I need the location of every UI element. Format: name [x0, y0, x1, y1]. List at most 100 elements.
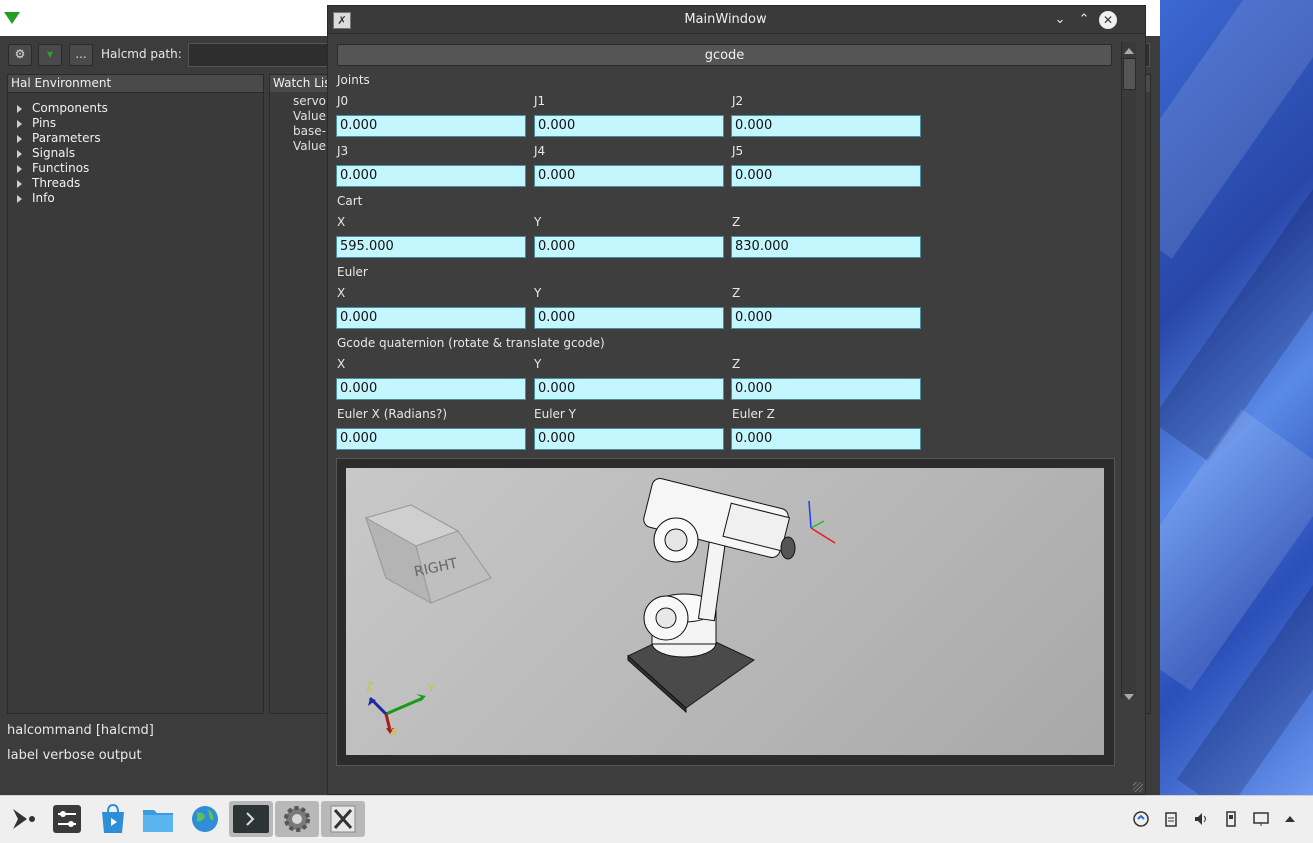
j1-field[interactable]: 0.000 — [534, 115, 724, 137]
world-axis-triad: Y Z X — [366, 680, 435, 739]
euler-y-field[interactable]: 0.000 — [534, 307, 724, 329]
j3-label: J3 — [337, 144, 349, 158]
euler-z-field[interactable]: 0.000 — [731, 307, 921, 329]
scroll-down-arrow-icon[interactable] — [1124, 694, 1134, 700]
cart-section-label: Cart — [337, 194, 363, 208]
expand-arrow-icon[interactable] — [17, 195, 22, 203]
desktop-wallpaper — [1146, 0, 1313, 795]
expand-arrow-icon[interactable] — [17, 180, 22, 188]
tree-item-threads[interactable]: Threads — [8, 176, 263, 191]
expand-arrow-icon[interactable] — [17, 135, 22, 143]
system-settings-gear-icon[interactable] — [275, 801, 319, 837]
euler-y-label: Y — [534, 286, 542, 300]
clipboard-icon[interactable] — [1162, 810, 1180, 828]
expand-arrow-icon[interactable] — [17, 105, 22, 113]
j4-label: J4 — [534, 144, 546, 158]
tree-item-pins[interactable]: Pins — [8, 116, 263, 131]
j5-field[interactable]: 0.000 — [731, 165, 921, 187]
gq-euler-z-label: Euler Z — [732, 407, 775, 421]
settings-gear-icon[interactable]: ⚙ — [8, 44, 32, 66]
j5-label: J5 — [732, 144, 744, 158]
halcommand-label: halcommand [halcmd] — [7, 723, 154, 738]
j3-field[interactable]: 0.000 — [336, 165, 526, 187]
verbose-output-label: label verbose output — [7, 748, 142, 763]
usb-device-icon[interactable] — [1222, 810, 1240, 828]
tray-expand-chevron-icon[interactable] — [1281, 810, 1299, 828]
gq-euler-x-field[interactable]: 0.000 — [336, 428, 526, 450]
cart-z-label: Z — [732, 215, 741, 229]
scroll-up-arrow-icon[interactable] — [1124, 48, 1134, 54]
cart-z-field[interactable]: 830.000 — [731, 236, 921, 258]
expand-arrow-icon[interactable] — [17, 120, 22, 128]
tool-frame-axes — [808, 500, 836, 544]
expand-arrow-icon[interactable] — [17, 165, 22, 173]
gq-x-label: X — [337, 357, 346, 371]
axis-y-label: Y — [427, 682, 435, 695]
robot-viewport[interactable]: RIGHT Y Z X — [346, 468, 1104, 755]
scroll-thumb[interactable] — [1123, 58, 1136, 90]
cart-y-field[interactable]: 0.000 — [534, 236, 724, 258]
terminal-icon[interactable] — [229, 801, 273, 837]
cart-y-label: Y — [534, 215, 542, 229]
tree-item-signals[interactable]: Signals — [8, 146, 263, 161]
gq-euler-x-label: Euler X (Radians?) — [337, 407, 448, 421]
gcode-button[interactable]: gcode — [337, 44, 1112, 66]
minimize-chevron-icon[interactable]: ⌄ — [1051, 11, 1069, 29]
resize-grip[interactable] — [1133, 782, 1143, 792]
gq-euler-z-field[interactable]: 0.000 — [731, 428, 921, 450]
app-launcher-icon[interactable] — [4, 801, 40, 837]
store-bag-icon[interactable] — [95, 801, 131, 837]
gq-x-field[interactable]: 0.000 — [336, 378, 526, 400]
tree-expand-icon[interactable]: ▾ — [38, 44, 62, 66]
main-titlebar: ✗ MainWindow ⌄ ⌃ ✕ — [328, 6, 1145, 34]
taskbar — [0, 795, 1313, 843]
axis-x-label: X — [390, 726, 398, 739]
tree-header: Hal Environment — [8, 75, 263, 93]
expand-arrow-icon[interactable] — [17, 150, 22, 158]
app-triangle-icon — [4, 12, 20, 24]
gq-y-field[interactable]: 0.000 — [534, 378, 724, 400]
gq-y-label: Y — [534, 357, 542, 371]
gq-euler-y-label: Euler Y — [534, 407, 576, 421]
robot-model — [627, 478, 796, 714]
cart-x-label: X — [337, 215, 346, 229]
euler-section-label: Euler — [337, 265, 368, 279]
main-window: ✗ MainWindow ⌄ ⌃ ✕ gcode Joints J0 J1 J2… — [327, 5, 1146, 795]
tree-item-parameters[interactable]: Parameters — [8, 131, 263, 146]
tree-item-functions[interactable]: Functinos — [8, 161, 263, 176]
web-browser-globe-icon[interactable] — [187, 801, 223, 837]
j0-field[interactable]: 0.000 — [336, 115, 526, 137]
gq-z-label: Z — [732, 357, 741, 371]
vertical-scrollbar[interactable] — [1121, 42, 1136, 700]
j2-field[interactable]: 0.000 — [731, 115, 921, 137]
j4-field[interactable]: 0.000 — [534, 165, 724, 187]
j1-label: J1 — [534, 94, 546, 108]
euler-x-label: X — [337, 286, 346, 300]
maximize-chevron-icon[interactable]: ⌃ — [1075, 11, 1093, 29]
update-arrow-icon[interactable] — [1132, 810, 1150, 828]
window-title: MainWindow — [684, 12, 767, 27]
robot-scene: RIGHT Y Z X — [364, 478, 836, 739]
browse-button[interactable]: ... — [69, 44, 93, 66]
file-manager-folder-icon[interactable] — [140, 801, 176, 837]
j2-label: J2 — [732, 94, 744, 108]
robot-3d-view[interactable]: RIGHT Y Z X — [336, 458, 1115, 766]
volume-icon[interactable] — [1192, 810, 1210, 828]
x-app-taskbar-icon[interactable] — [321, 801, 365, 837]
settings-sliders-icon[interactable] — [49, 801, 85, 837]
hal-environment-tree: Hal Environment Components Pins Paramete… — [7, 74, 264, 714]
gq-euler-y-field[interactable]: 0.000 — [534, 428, 724, 450]
euler-z-label: Z — [732, 286, 741, 300]
tree-item-components[interactable]: Components — [8, 101, 263, 116]
j0-label: J0 — [337, 94, 349, 108]
cart-x-field[interactable]: 595.000 — [336, 236, 526, 258]
joints-section-label: Joints — [337, 73, 370, 87]
euler-x-field[interactable]: 0.000 — [336, 307, 526, 329]
axis-z-label: Z — [366, 680, 374, 693]
view-cube[interactable]: RIGHT — [364, 504, 492, 605]
tree-item-info[interactable]: Info — [8, 191, 263, 206]
close-button[interactable]: ✕ — [1099, 11, 1117, 29]
network-display-icon[interactable] — [1252, 810, 1270, 828]
gcode-quaternion-section-label: Gcode quaternion (rotate & translate gco… — [337, 336, 605, 350]
gq-z-field[interactable]: 0.000 — [731, 378, 921, 400]
